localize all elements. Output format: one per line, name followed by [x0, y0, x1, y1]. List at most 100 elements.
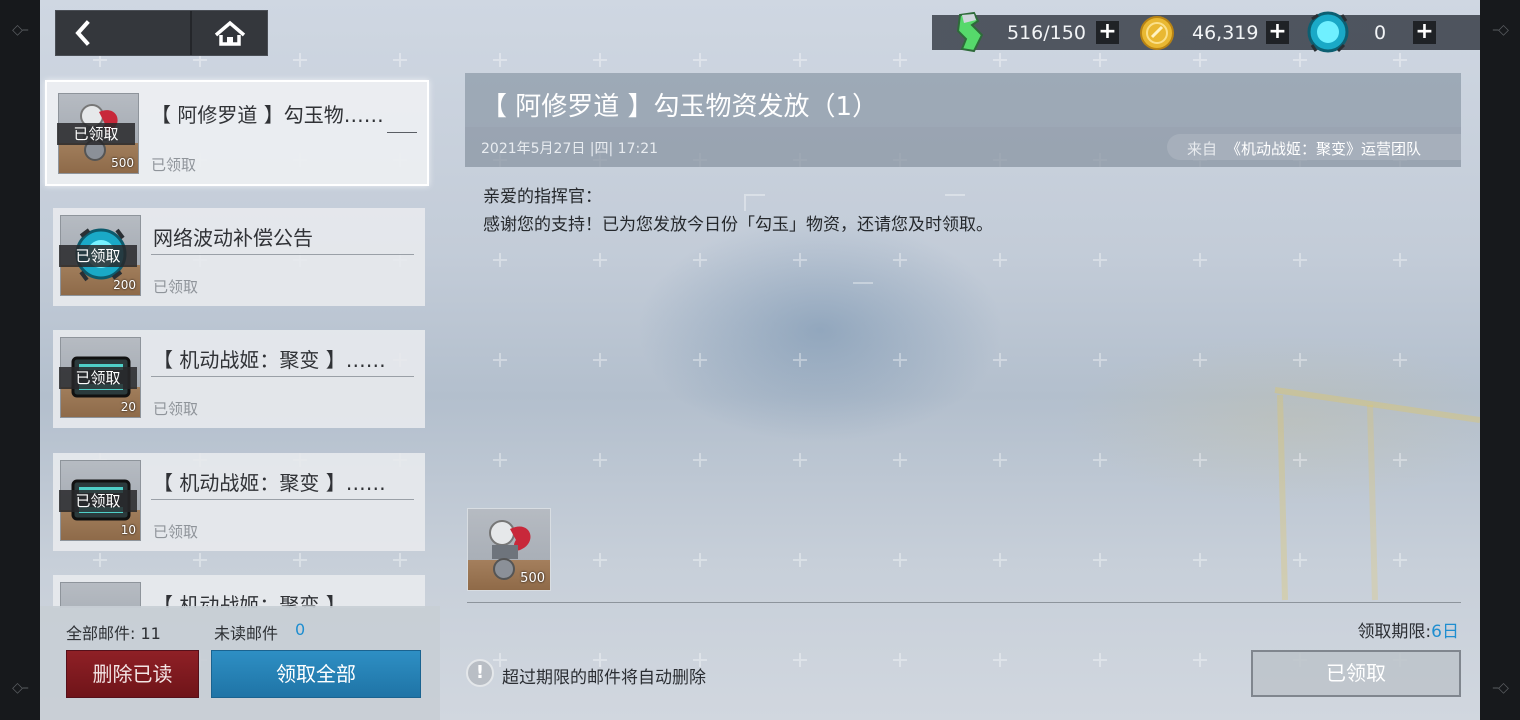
background-cross — [1293, 553, 1307, 567]
total-mail-count: 全部邮件: 11 — [66, 624, 161, 643]
background-cross — [1093, 653, 1107, 667]
mail-status: 已领取 — [151, 156, 197, 174]
coin-value: 46,319 — [1192, 22, 1259, 44]
background-cross — [793, 553, 807, 567]
mail-item-reward: 已领取 10 — [59, 460, 141, 541]
edge-ornament: ◇– — [12, 680, 29, 696]
background-cross — [1093, 253, 1107, 267]
background-cross — [893, 253, 907, 267]
home-icon — [214, 20, 246, 46]
background-cross — [893, 453, 907, 467]
background-cross — [793, 653, 807, 667]
mail-title: 【 阿修罗道 】勾玉物…… — [151, 103, 384, 127]
attachment-item[interactable]: 500 — [467, 508, 551, 591]
background-cross — [1093, 453, 1107, 467]
left-edge: ◇– ◇– — [0, 0, 40, 720]
mail-detail-header: 【 阿修罗道 】勾玉物资发放（1） 2021年5月27日 |四| 17:21 来… — [465, 73, 1461, 167]
background-cross — [1193, 353, 1207, 367]
background-cross — [793, 253, 807, 267]
mail-item[interactable]: 已领取 500 【 阿修罗道 】勾玉物…… 已领取 — [45, 80, 429, 186]
background-cross — [693, 553, 707, 567]
energy-icon — [956, 11, 984, 53]
mail-date: 2021年5月27日 |四| 17:21 — [481, 141, 659, 157]
mail-title: 【 机动战姬：聚变 】…… — [153, 471, 386, 495]
mail-greeting: 亲爱的指挥官： — [483, 187, 602, 207]
reward-quantity: 200 — [113, 278, 136, 292]
background-cross — [593, 353, 607, 367]
resource-bar: 516/150 + 46,319 + 0 + — [932, 11, 1480, 53]
add-coin-button[interactable]: + — [1266, 21, 1289, 44]
divider — [467, 602, 1461, 603]
background-cross — [1193, 653, 1207, 667]
mail-item[interactable]: 【 机动战姬：聚变 】…… — [53, 575, 425, 608]
unread-mail-count: 0 — [295, 620, 306, 639]
claimed-badge: 已领取 — [57, 123, 135, 145]
claimed-badge: 已领取 — [59, 490, 137, 512]
coin-icon — [1140, 16, 1174, 50]
background-cross — [1193, 453, 1207, 467]
divider — [387, 132, 417, 133]
divider — [151, 254, 414, 255]
background-cross — [893, 653, 907, 667]
back-button[interactable] — [56, 11, 192, 55]
background-cross — [993, 353, 1007, 367]
background-cross — [793, 453, 807, 467]
mail-item[interactable]: 已领取 10 【 机动战姬：聚变 】…… 已领取 — [53, 453, 425, 551]
mail-item-reward: 已领取 500 — [57, 93, 139, 174]
background-cross — [493, 453, 507, 467]
crystal-value: 0 — [1374, 22, 1387, 44]
background-cross — [1193, 53, 1207, 67]
background-cross — [593, 553, 607, 567]
background-cross — [993, 553, 1007, 567]
home-button[interactable] — [192, 11, 267, 55]
mail-item-reward: 已领取 20 — [59, 337, 141, 418]
sender-name: 《机动战姬：聚变》运营团队 — [1226, 140, 1422, 158]
claim-all-button[interactable]: 领取全部 — [211, 650, 421, 698]
add-crystal-button[interactable]: + — [1413, 21, 1436, 44]
background-cross — [993, 653, 1007, 667]
mail-list-footer: 全部邮件: 11 未读邮件 0 删除已读 领取全部 — [40, 606, 440, 720]
mail-meta-bar: 2021年5月27日 |四| 17:21 来自 《机动战姬：聚变》运营团队 — [465, 127, 1461, 167]
background-cross — [493, 353, 507, 367]
background-cross — [1093, 553, 1107, 567]
top-nav — [55, 10, 268, 56]
background-cross — [493, 53, 507, 67]
mail-item[interactable]: 已领取 20 【 机动战姬：聚变 】…… 已领取 — [53, 330, 425, 428]
reward-quantity: 10 — [120, 523, 136, 537]
mail-status: 已领取 — [153, 523, 199, 541]
background-cross — [893, 353, 907, 367]
reward-quantity: 20 — [120, 400, 136, 414]
background-cross — [693, 453, 707, 467]
reward-quantity: 500 — [111, 156, 134, 170]
background-cross — [993, 453, 1007, 467]
mail-item[interactable]: 已领取 200 网络波动补偿公告 已领取 — [53, 208, 425, 306]
background-cross — [493, 253, 507, 267]
mail-list: 已领取 500 【 阿修罗道 】勾玉物…… 已领取 已领取 200 网络波动补偿… — [40, 72, 440, 608]
background-cross — [1293, 453, 1307, 467]
background-cross — [593, 53, 607, 67]
background-cross — [593, 253, 607, 267]
mail-title: 网络波动补偿公告 — [153, 226, 313, 250]
delete-read-button[interactable]: 删除已读 — [66, 650, 199, 698]
mail-status: 已领取 — [153, 400, 199, 418]
edge-ornament: –◇ — [1492, 22, 1509, 38]
background-cross — [1193, 253, 1207, 267]
claimed-button[interactable]: 已领取 — [1251, 650, 1461, 697]
background-cross — [893, 53, 907, 67]
mail-item-reward — [60, 582, 141, 608]
add-energy-button[interactable]: + — [1096, 21, 1119, 44]
claim-deadline: 领取期限:6日 — [1357, 617, 1459, 642]
background-cross — [793, 53, 807, 67]
claimed-badge: 已领取 — [59, 367, 137, 389]
mail-item-reward: 已领取 200 — [59, 215, 141, 296]
back-arrow-icon — [75, 20, 90, 46]
crystal-icon — [1307, 11, 1349, 53]
background-cross — [1393, 253, 1407, 267]
background-cross — [793, 353, 807, 367]
background-cross — [1293, 253, 1307, 267]
expiry-warning: 超过期限的邮件将自动删除 — [502, 668, 706, 688]
background-cross — [1093, 353, 1107, 367]
background-cross — [1393, 553, 1407, 567]
background-cross — [693, 53, 707, 67]
background-cross — [1393, 53, 1407, 67]
